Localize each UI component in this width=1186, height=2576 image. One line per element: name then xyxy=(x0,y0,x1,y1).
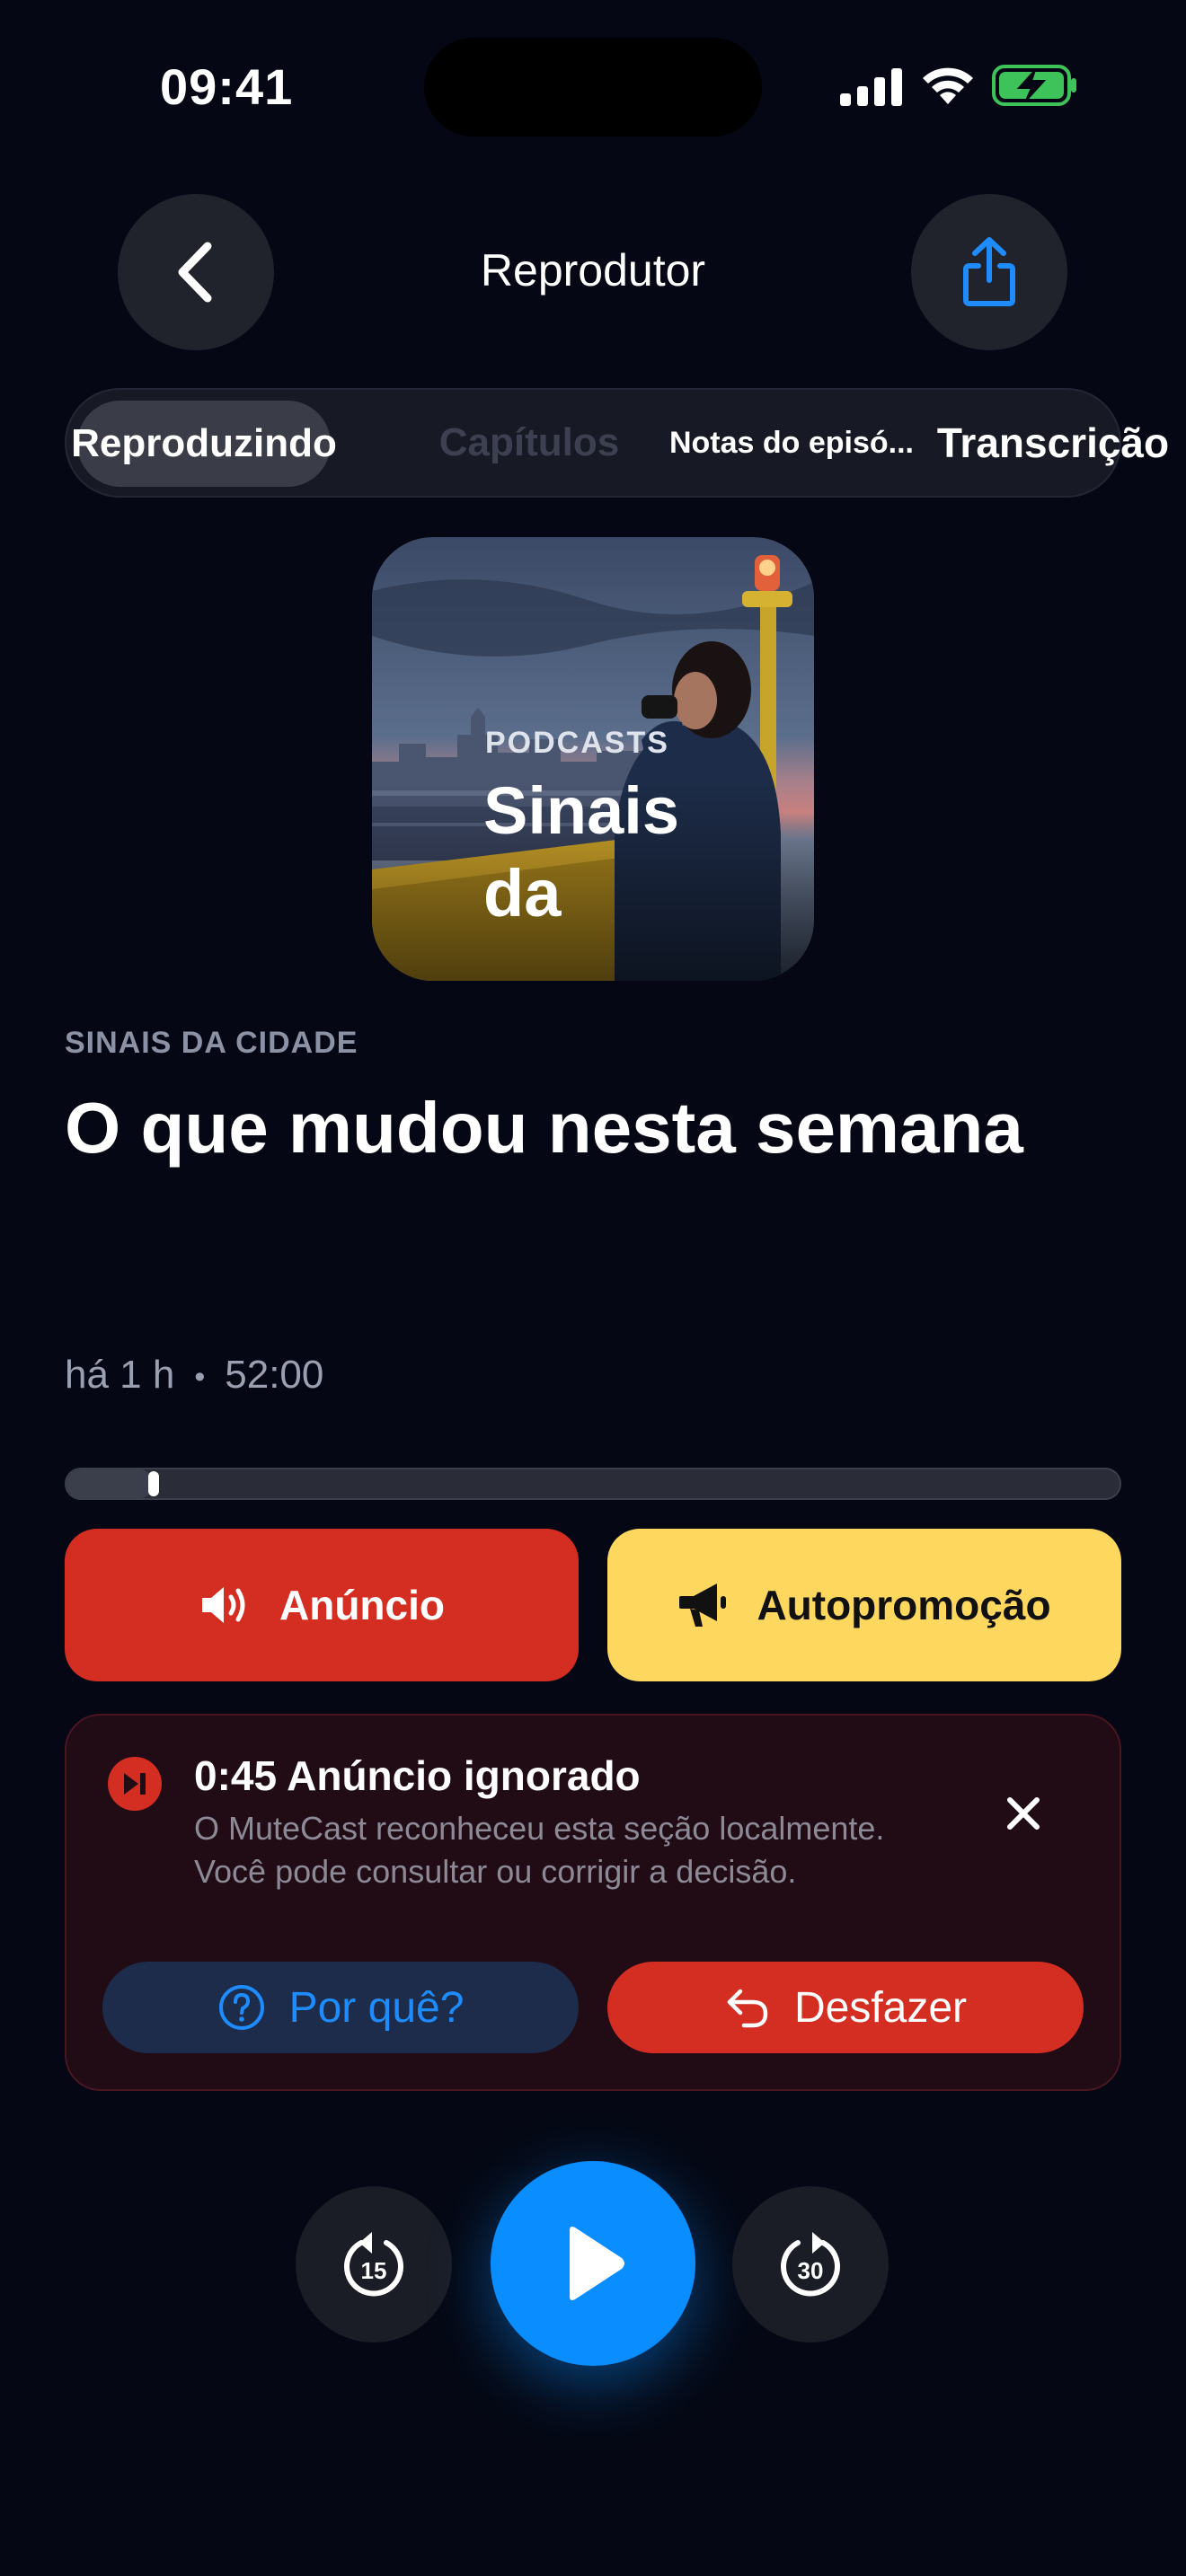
share-icon xyxy=(963,237,1015,306)
undo-button-label: Desfazer xyxy=(793,1983,968,2032)
tab-now-playing[interactable]: Reproduzindo xyxy=(71,401,337,487)
battery-charging-icon xyxy=(992,65,1076,106)
podcast-artwork: PODCASTS Sinais da xyxy=(372,537,814,981)
episode-meta: há 1 h • 52:00 xyxy=(65,1353,323,1398)
question-circle-icon xyxy=(218,1985,264,2030)
forward-seconds-label: 30 xyxy=(798,2257,824,2284)
rewind-seconds-label: 15 xyxy=(361,2257,387,2284)
artwork-kicker: PODCASTS xyxy=(485,726,669,760)
artwork-title-line1: Sinais xyxy=(483,773,679,848)
play-button[interactable] xyxy=(491,2161,695,2366)
share-button[interactable] xyxy=(911,194,1067,350)
show-name: SINAIS DA CIDADE xyxy=(65,1026,358,1060)
self-promo-segment-button[interactable]: Autopromoção xyxy=(607,1529,1121,1681)
ad-segment-button[interactable]: Anúncio xyxy=(65,1529,579,1681)
why-button[interactable]: Por quê? xyxy=(102,1962,579,2053)
rewind-15-icon: 15 xyxy=(344,2232,403,2297)
rewind-15-button[interactable]: 15 xyxy=(296,2186,452,2342)
playback-progress-bar[interactable] xyxy=(65,1468,1121,1500)
skipped-ad-title: 0:45 Anúncio ignorado xyxy=(194,1752,641,1799)
skip-forward-icon xyxy=(108,1757,162,1811)
dynamic-island xyxy=(424,38,762,137)
tab-transcript[interactable]: Transcrição xyxy=(864,390,1186,496)
status-time: 09:41 xyxy=(160,58,294,115)
speaker-icon xyxy=(202,1587,245,1623)
progress-thumb[interactable] xyxy=(148,1471,160,1496)
megaphone-icon xyxy=(679,1584,727,1627)
meta-separator: • xyxy=(194,1359,206,1394)
forward-30-button[interactable]: 30 xyxy=(732,2186,889,2342)
wifi-icon xyxy=(923,67,973,104)
close-icon[interactable] xyxy=(999,1789,1048,1838)
why-button-label: Por quê? xyxy=(288,1983,465,2032)
episode-duration: 52:00 xyxy=(225,1353,324,1397)
undo-button[interactable]: Desfazer xyxy=(607,1962,1084,2053)
ad-segment-label: Anúncio xyxy=(279,1582,445,1628)
skipped-ad-description: O MuteCast reconheceu esta seção localme… xyxy=(194,1810,885,1890)
self-promo-segment-label: Autopromoção xyxy=(757,1582,1051,1628)
undo-arrow-icon xyxy=(727,1989,768,2028)
tab-bar: Reproduzindo Capítulos Notas do episó...… xyxy=(65,388,1169,498)
artwork-title-line2: da xyxy=(483,856,562,931)
cellular-signal-icon xyxy=(840,68,902,106)
progress-fill xyxy=(66,1469,155,1498)
episode-title: O que mudou nesta semana xyxy=(65,1088,1023,1168)
forward-30-icon: 30 xyxy=(781,2232,840,2297)
published-time: há 1 h xyxy=(65,1353,175,1397)
play-icon xyxy=(570,2227,624,2300)
